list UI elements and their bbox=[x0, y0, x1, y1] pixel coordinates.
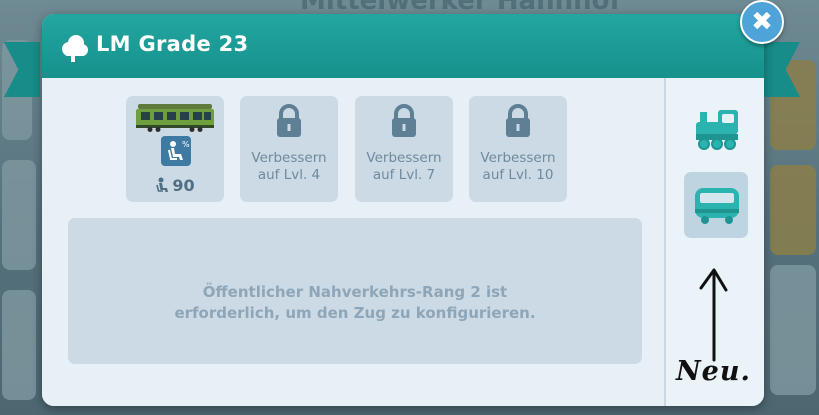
locked-slot-label-line1: Verbessern bbox=[480, 150, 556, 166]
wagon-panel: % 90 Verbessern auf Lvl. 4 Verbessern au… bbox=[42, 78, 664, 406]
train-car-icon bbox=[136, 104, 214, 132]
arrow-up-icon bbox=[699, 268, 728, 362]
locked-slot-4[interactable]: Verbessern auf Lvl. 10 bbox=[469, 96, 567, 202]
svg-text:%: % bbox=[182, 140, 190, 149]
annotation-label: Neu. bbox=[676, 356, 751, 387]
dialog-title: LM Grade 23 bbox=[96, 32, 249, 56]
dialog-header: LM Grade 23 bbox=[42, 14, 764, 78]
requirement-message: Öffentlicher Nahverkehrs-Rang 2 ist erfo… bbox=[68, 282, 642, 324]
locked-slot-3[interactable]: Verbessern auf Lvl. 7 bbox=[355, 96, 453, 202]
wagon-slot-1[interactable]: % 90 bbox=[126, 96, 224, 202]
lock-icon bbox=[506, 104, 530, 137]
capacity-readout: 90 bbox=[126, 176, 224, 195]
requirement-line-1: Öffentlicher Nahverkehrs-Rang 2 ist bbox=[202, 283, 508, 301]
locomotive-icon bbox=[696, 110, 738, 150]
train-config-dialog: LM Grade 23 % 90 Verbessern auf Lvl. 4 V… bbox=[42, 14, 764, 406]
locked-slot-label-line1: Verbessern bbox=[366, 150, 442, 166]
background-tile bbox=[2, 160, 36, 270]
background-tile bbox=[770, 265, 816, 395]
background-tile bbox=[2, 290, 36, 400]
seat-icon: % bbox=[161, 136, 191, 166]
locked-slot-label-line1: Verbessern bbox=[251, 150, 327, 166]
locked-slot-label-line2: auf Lvl. 4 bbox=[257, 167, 321, 183]
tab-locomotive[interactable] bbox=[684, 96, 748, 162]
lock-icon bbox=[277, 104, 301, 137]
locked-slot-label-line2: auf Lvl. 7 bbox=[372, 167, 436, 183]
requirement-info-panel: Öffentlicher Nahverkehrs-Rang 2 ist erfo… bbox=[68, 218, 642, 364]
lock-icon bbox=[392, 104, 416, 137]
close-icon: ✖ bbox=[751, 7, 773, 37]
locked-slot-label-line2: auf Lvl. 10 bbox=[482, 167, 554, 183]
background-tile bbox=[770, 165, 816, 255]
wagon-icon bbox=[695, 188, 739, 224]
locked-slot-2[interactable]: Verbessern auf Lvl. 4 bbox=[240, 96, 338, 202]
close-button[interactable]: ✖ bbox=[740, 0, 784, 44]
tab-wagon[interactable] bbox=[684, 172, 748, 238]
capacity-value: 90 bbox=[172, 176, 195, 195]
cloud-icon bbox=[62, 35, 88, 62]
passenger-icon bbox=[156, 177, 169, 192]
requirement-line-2: erforderlich, um den Zug zu konfiguriere… bbox=[174, 304, 536, 322]
